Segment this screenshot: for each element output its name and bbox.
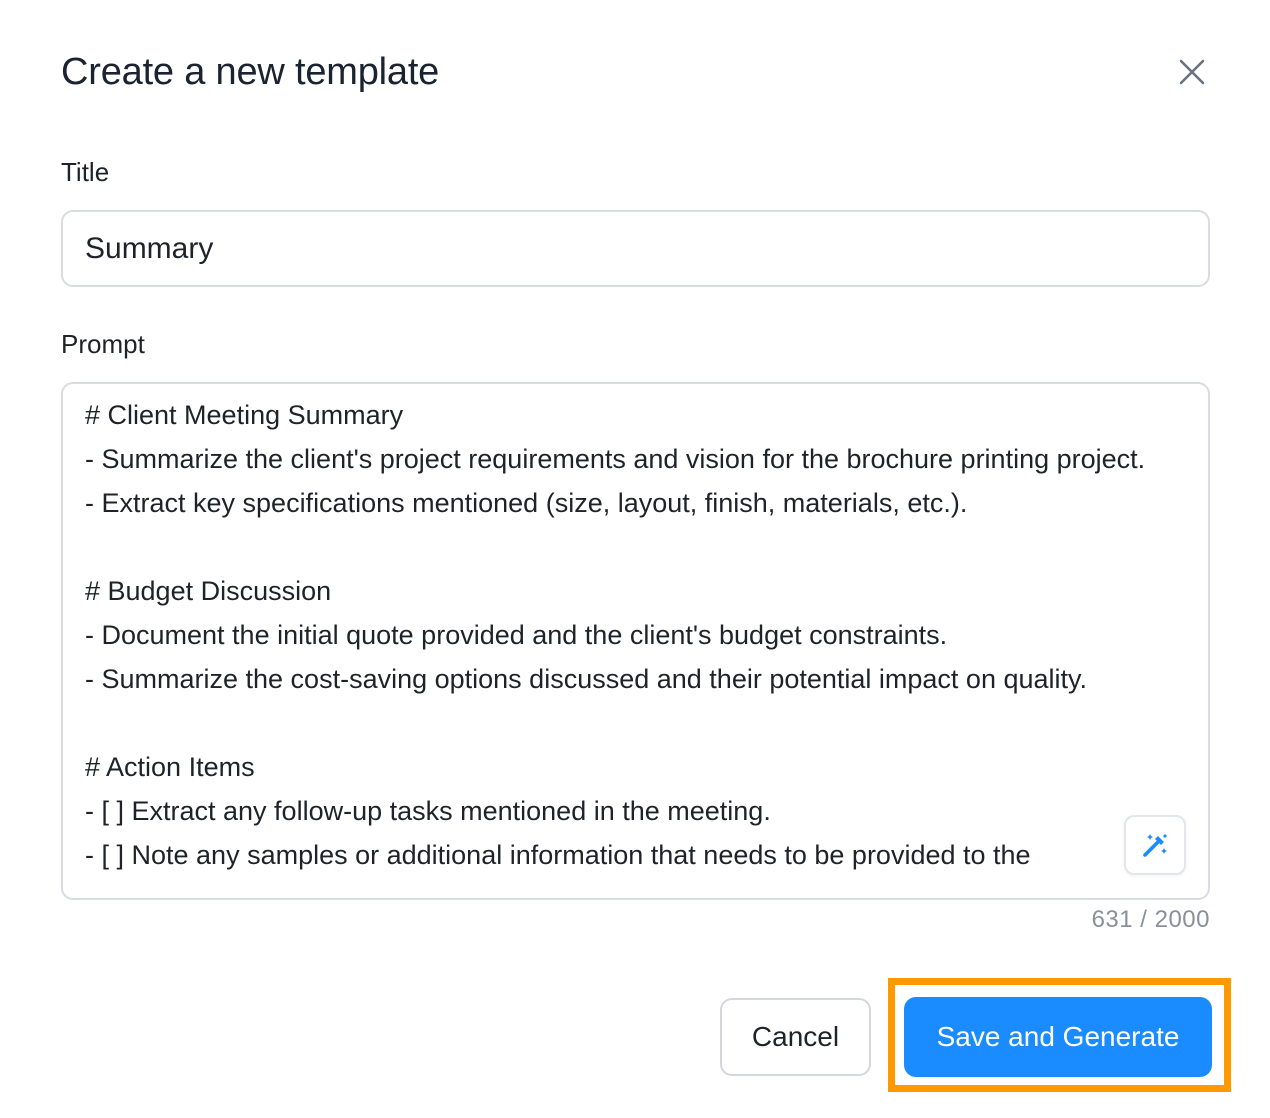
prompt-textarea[interactable]: # Client Meeting Summary - Summarize the… [61,382,1210,900]
title-input[interactable] [61,210,1210,287]
create-template-dialog: Create a new template Title Prompt # Cli… [0,0,1270,1118]
character-counter: 631 / 2000 [1091,906,1210,933]
title-label: Title [61,157,110,187]
magic-wand-icon [1143,834,1167,857]
prompt-label: Prompt [61,329,145,359]
close-icon [1179,59,1205,85]
ai-improve-button[interactable] [1124,815,1186,875]
prompt-text[interactable]: # Client Meeting Summary - Summarize the… [85,393,1188,877]
cancel-button[interactable]: Cancel [720,998,871,1076]
save-and-generate-button[interactable]: Save and Generate [904,997,1212,1077]
close-button[interactable] [1170,50,1214,94]
dialog-title: Create a new template [61,51,440,93]
